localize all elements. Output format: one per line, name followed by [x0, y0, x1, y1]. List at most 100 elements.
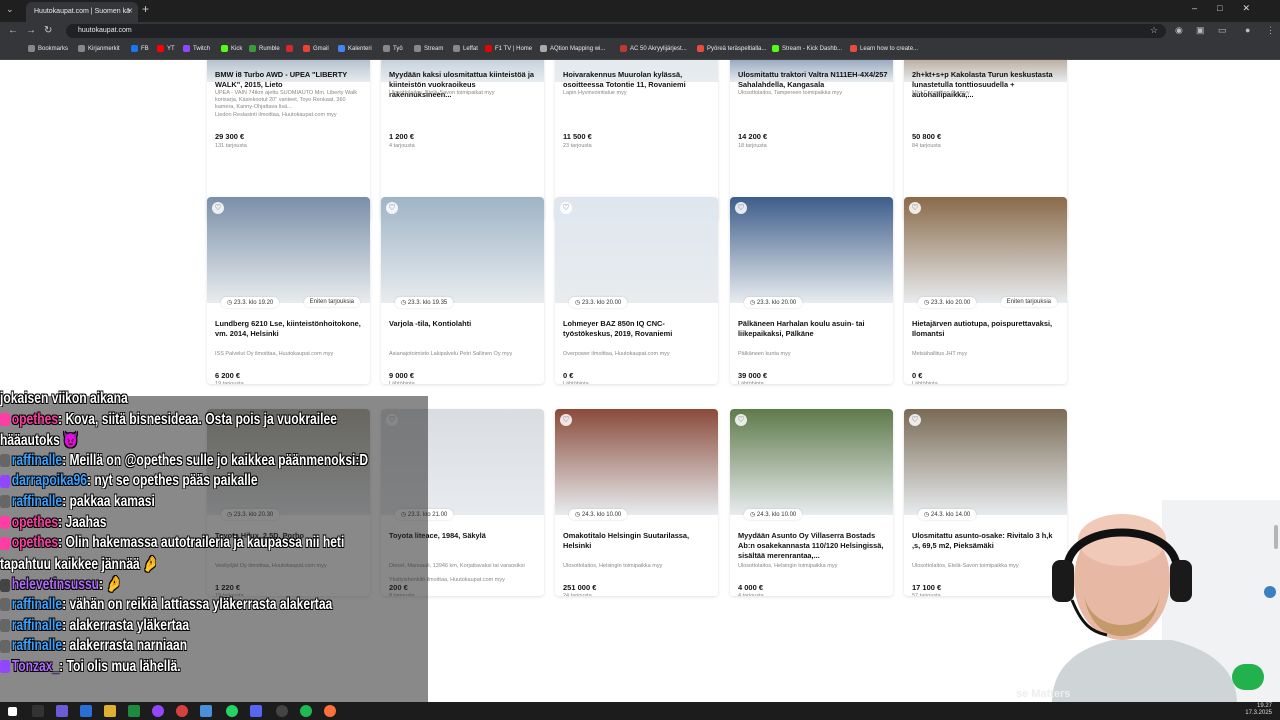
listing-card[interactable]: ♡ ◷ 24.3. klo 10.00 Omakotitalo Helsingin …	[555, 409, 718, 596]
bookmark-item[interactable]: F1 TV | Home	[485, 45, 532, 52]
listing-image[interactable]	[730, 409, 893, 515]
favorite-heart-icon[interactable]: ♡	[560, 202, 572, 214]
listing-image[interactable]	[207, 197, 370, 303]
favorite-heart-icon[interactable]: ♡	[735, 202, 747, 214]
chat-text: : Olin hakemassa autotraileria ja kaupas…	[58, 534, 345, 552]
search-icon[interactable]	[32, 705, 44, 717]
listing-title[interactable]: Myydään Asunto Oy Villaserra Bostads Ab:…	[738, 531, 888, 561]
bookmark-item[interactable]: Twitch	[183, 45, 210, 52]
listing-title[interactable]: Lohmeyer BAZ 850n IQ CNC-työstökeskus, 2…	[563, 319, 713, 339]
bookmark-favicon-icon	[157, 45, 164, 52]
spreadsheet-icon[interactable]	[128, 705, 140, 717]
close-tab-icon[interactable]: ✕	[127, 2, 133, 22]
bookmark-item[interactable]: Stream	[414, 45, 443, 52]
listing-image[interactable]	[904, 197, 1067, 303]
listing-title[interactable]: Hietajärven autiotupa, poispurettavaksi,…	[912, 319, 1062, 339]
bookmark-item[interactable]: AQtion Mapping wi...	[540, 45, 605, 52]
favorite-heart-icon[interactable]: ♡	[212, 202, 224, 214]
browser-tab[interactable]: Huutokaupat.com | Suomen kä ✕	[26, 2, 138, 22]
listing-title[interactable]: Ulosmitattu traktori Valtra N111EH-4X4/2…	[738, 70, 888, 90]
chat-badge-icon	[0, 413, 11, 426]
listing-price: 251 000 €	[563, 583, 597, 592]
bookmark-item[interactable]: YT	[157, 45, 175, 52]
chat-username: raffinalle	[11, 451, 63, 469]
chat-message: opethes: Olin hakemassa autotraileria ja…	[0, 534, 344, 552]
favorite-heart-icon[interactable]: ♡	[909, 202, 921, 214]
bookmark-item[interactable]: AC 50 Akryylijärjest...	[620, 45, 687, 52]
spotify-icon[interactable]	[300, 705, 312, 717]
listing-title[interactable]: BMW i8 Turbo AWD - UPEA "LIBERTY WALK", …	[215, 70, 365, 90]
bookmark-item[interactable]: Kalenteri	[338, 45, 372, 52]
listing-title[interactable]: Omakotitalo Helsingin Suutarilassa, Hels…	[563, 531, 713, 551]
bookmark-item[interactable]: FB	[131, 45, 149, 52]
window-controls[interactable]: –□✕	[1192, 3, 1270, 14]
listing-card[interactable]: ♡ ◷ 23.3. klo 20.00 Lohmeyer BAZ 850n IQ C…	[555, 197, 718, 384]
taskbar: 19.27 17.3.2025	[0, 702, 1280, 720]
bookmark-item[interactable]: Leffat	[453, 45, 478, 52]
listing-card[interactable]: ♡ ◷ 23.3. klo 20.00 Eniten tarjouksia Hieta…	[904, 197, 1067, 384]
listing-image[interactable]	[381, 197, 544, 303]
app-icon-2[interactable]	[80, 705, 92, 717]
extension-icon[interactable]: ◉	[1175, 25, 1183, 36]
bookmark-favicon-icon	[183, 45, 190, 52]
bookmark-item[interactable]: Rumble	[249, 45, 280, 52]
bookmark-item[interactable]	[286, 45, 296, 52]
discord-icon[interactable]	[250, 705, 262, 717]
favorite-heart-icon[interactable]: ♡	[386, 202, 398, 214]
listing-card[interactable]: ♡ ◷ 23.3. klo 19.20 Eniten tarjouksia Lundb…	[207, 197, 370, 384]
bookmark-item[interactable]: Bookmarks	[28, 45, 68, 52]
folder-icon[interactable]	[104, 705, 116, 717]
bookmark-item[interactable]: Gmail	[303, 45, 329, 52]
bookmark-item[interactable]: Learn how to create...	[850, 45, 918, 52]
firefox-icon[interactable]	[324, 705, 336, 717]
app-icon-4[interactable]	[276, 705, 288, 717]
chat-text: : Toi olis mua lähellä.	[59, 657, 181, 675]
forward-icon[interactable]: →	[26, 25, 36, 36]
tab-search-icon[interactable]: ⌄	[6, 4, 14, 15]
reload-icon[interactable]: ↻	[44, 25, 52, 36]
listing-title[interactable]: Hoivarakennus Muurolan kylässä, osoittee…	[563, 70, 713, 90]
chat-text: : alakerrasta yläkertaa	[62, 616, 190, 634]
new-tab-icon[interactable]: +	[142, 2, 149, 16]
profile-avatar[interactable]: ●	[1245, 25, 1250, 35]
listing-card[interactable]: ♡ ◷ 23.3. klo 20.00 Pälkäneen Harhalan kou…	[730, 197, 893, 384]
favorite-heart-icon[interactable]: ♡	[735, 414, 747, 426]
listing-image[interactable]	[555, 197, 718, 303]
chat-message: jokaisen viikon aikana	[0, 390, 128, 408]
listing-title[interactable]: Varjola -tila, Kontiolahti	[389, 319, 539, 329]
listing-price: 39 000 €	[738, 371, 768, 380]
start-icon[interactable]	[8, 707, 17, 716]
listing-card[interactable]: ♡ ◷ 24.3. klo 10.00 Myydään Asunto Oy Vill…	[730, 409, 893, 596]
app-icon-1[interactable]	[56, 705, 68, 717]
bookmark-star-icon[interactable]: ☆	[1150, 25, 1158, 36]
cast-icon[interactable]: ▭	[1218, 25, 1227, 36]
whatsapp-icon[interactable]	[226, 705, 238, 717]
menu-icon[interactable]: ⋮	[1266, 25, 1275, 36]
bookmark-label: FB	[141, 46, 149, 53]
listing-end-time: ◷ 23.3. klo 19.20	[221, 297, 280, 308]
extensions-puzzle-icon[interactable]: ▣	[1196, 25, 1205, 36]
back-icon[interactable]: ←	[8, 25, 18, 36]
listing-image[interactable]	[555, 409, 718, 515]
site-chat-button[interactable]	[1232, 664, 1264, 690]
favorite-heart-icon[interactable]: ♡	[560, 414, 572, 426]
bookmark-item[interactable]: Kick	[221, 45, 242, 52]
favorite-heart-icon[interactable]: ♡	[909, 414, 921, 426]
listing-card[interactable]: ♡ ◷ 23.3. klo 19.35 Varjola -tila, Kontiol…	[381, 197, 544, 384]
url-field[interactable]: huutokaupat.com	[66, 24, 1166, 38]
listing-title[interactable]: Lundberg 6210 Lse, kiinteistönhoitokone,…	[215, 319, 365, 339]
twitch-icon[interactable]	[152, 705, 164, 717]
bookmark-label: Kalenteri	[348, 46, 372, 53]
listing-image[interactable]	[730, 197, 893, 303]
listing-title[interactable]: Pälkäneen Harhalan koulu asuin- tai liik…	[738, 319, 888, 339]
listing-end-time-text: 24.3. klo 10.00	[756, 512, 797, 518]
app-icon-3[interactable]	[200, 705, 212, 717]
screen: ⌄ Huutokaupat.com | Suomen kä ✕ + –□✕ ← …	[0, 0, 1280, 720]
bookmark-item[interactable]: Työ	[383, 45, 403, 52]
bookmark-item[interactable]: Pyöreä teräspeltialla...	[697, 45, 766, 52]
bookmark-item[interactable]: Stream - Kick Dashb...	[772, 45, 842, 52]
chrome-icon[interactable]	[176, 705, 188, 717]
chat-username: helevetinsussu	[11, 576, 100, 594]
clock-time: 19.27	[1256, 703, 1272, 709]
bookmark-item[interactable]: Kirjanmerkit	[78, 45, 120, 52]
